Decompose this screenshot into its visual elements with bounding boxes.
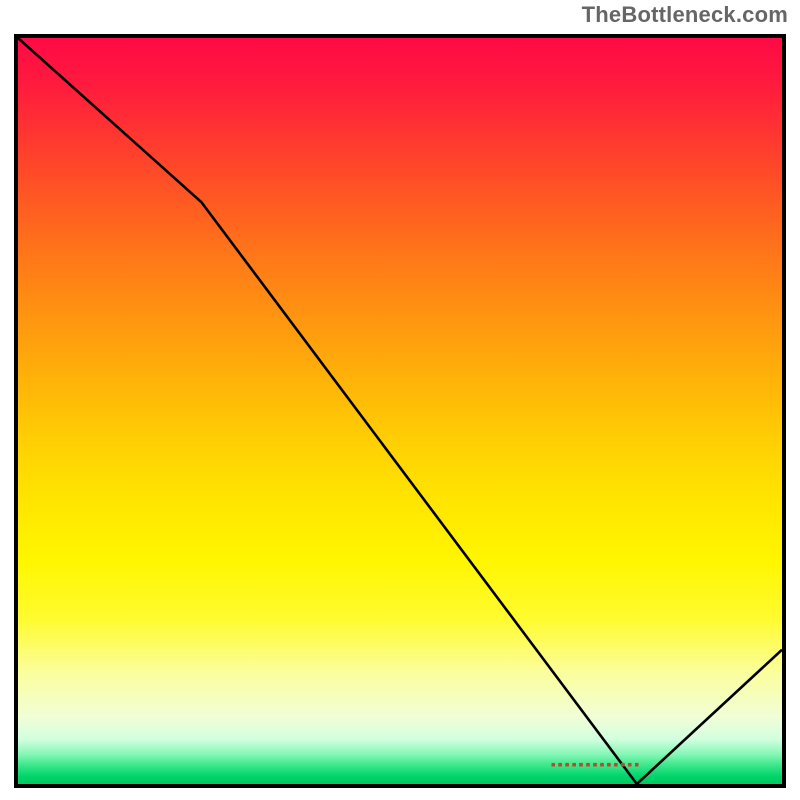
chart-container: TheBottleneck.com ▪▪▪▪▪▪▪▪▪▪▪▪▪ <box>0 0 800 800</box>
minimum-marker-label: ▪▪▪▪▪▪▪▪▪▪▪▪▪ <box>551 756 642 772</box>
bottleneck-curve-path <box>18 38 782 784</box>
attribution-label: TheBottleneck.com <box>582 2 788 28</box>
plot-area: ▪▪▪▪▪▪▪▪▪▪▪▪▪ <box>14 34 786 788</box>
line-plot-svg <box>18 38 782 784</box>
